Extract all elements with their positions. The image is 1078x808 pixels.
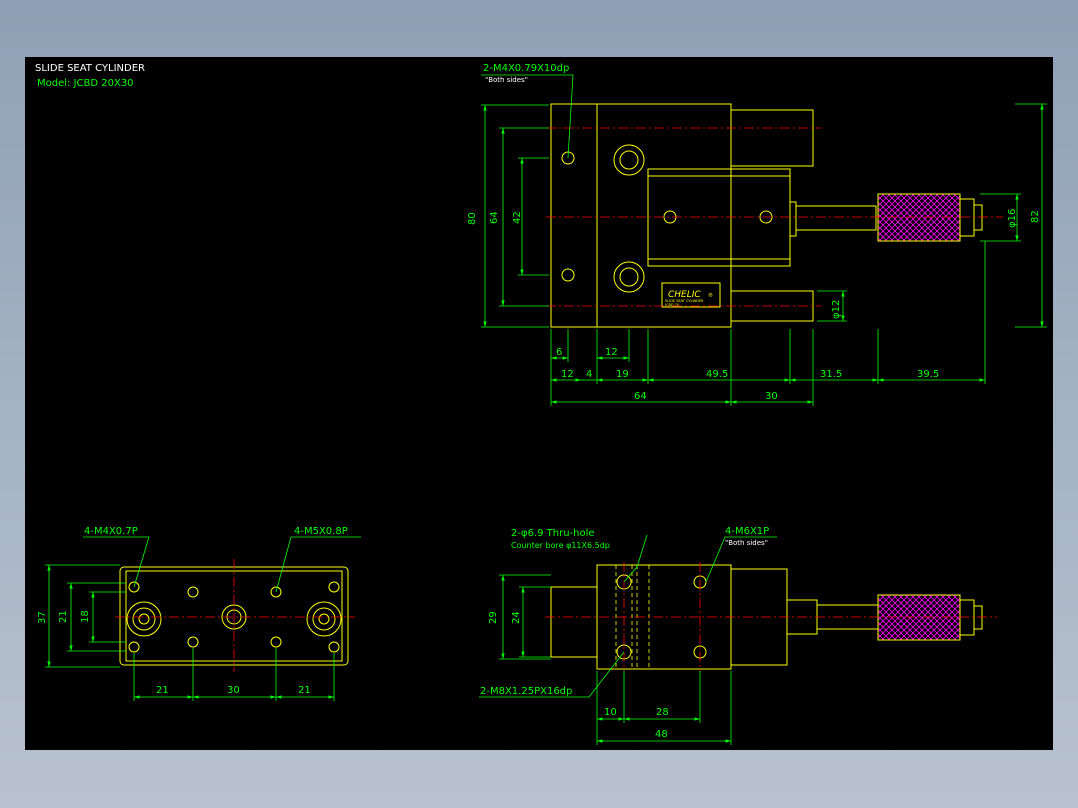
dim-37: 37 <box>37 611 48 624</box>
rod-end <box>973 204 983 231</box>
dim-10: 10 <box>604 707 617 718</box>
cylinder-body <box>647 168 791 267</box>
dim-12-top: 12 <box>605 347 618 358</box>
note-m6: 4-M6X1P <box>725 526 769 537</box>
end-centerlines <box>115 559 355 672</box>
dim-19: 19 <box>616 369 629 380</box>
dim-21-vertical: 21 <box>58 610 69 623</box>
end-dimensions <box>45 536 361 701</box>
bore-lower <box>613 261 645 293</box>
note-thru-hole: 2-φ6.9 Thru-hole <box>511 528 595 539</box>
side-end-plate <box>550 586 598 658</box>
cad-drawing: SLIDE SEAT CYLINDER Model: JCBD 20X30 CH… <box>35 63 1047 745</box>
end-bore-right <box>306 601 342 637</box>
dim-12-bottom: 12 <box>561 369 574 380</box>
dim-80: 80 <box>467 212 478 225</box>
dim-6: 6 <box>556 347 562 358</box>
note-counter-bore: Counter bore φ11X6.5dp <box>511 541 610 550</box>
note-m8: 2-M8X1.25PX16dp <box>480 686 572 697</box>
dim-49-5: 49.5 <box>706 369 728 380</box>
side-centerlines <box>545 562 997 672</box>
thread-hole-lower <box>561 268 575 282</box>
note-m6-sub: "Both sides" <box>725 539 768 547</box>
upper-guide-rod <box>730 109 814 167</box>
dim-48: 48 <box>655 729 668 740</box>
dim-28: 28 <box>656 707 669 718</box>
dim-82: 82 <box>1030 210 1041 223</box>
note-m5: 4-M5X0.8P <box>294 526 348 537</box>
dim-29: 29 <box>488 611 499 624</box>
dim-24: 24 <box>511 611 522 624</box>
dim-42: 42 <box>512 211 523 224</box>
knurled-nut <box>877 193 961 242</box>
dim-21-right: 21 <box>298 685 311 696</box>
dim-phi12: φ12 <box>831 300 842 319</box>
drawing-title: SLIDE SEAT CYLINDER <box>35 63 145 74</box>
dim-30-end: 30 <box>227 685 240 696</box>
dim-31-5: 31.5 <box>820 369 842 380</box>
model-label: Model: JCBD 20X30 <box>37 78 134 89</box>
top-view <box>550 103 983 328</box>
dim-4: 4 <box>586 369 592 380</box>
rod-gland <box>789 201 797 237</box>
drawing-canvas: SLIDE SEAT CYLINDER Model: JCBD 20X30 CH… <box>25 57 1053 750</box>
dim-64: 64 <box>489 211 500 224</box>
dim-64-bottom: 64 <box>634 391 647 402</box>
dim-phi16: φ16 <box>1007 209 1018 228</box>
note-m4: 4-M4X0.7P <box>84 526 138 537</box>
dim-18: 18 <box>80 610 91 623</box>
end-bore-left <box>126 601 162 637</box>
side-dimensions <box>479 534 777 745</box>
piston-rod <box>795 205 877 231</box>
thread-note: 2-M4X0.79X10dp <box>483 63 569 74</box>
top-dimensions <box>481 74 1047 406</box>
bore-upper <box>613 144 645 176</box>
dim-39-5: 39.5 <box>917 369 939 380</box>
end-plate <box>550 103 598 328</box>
thread-note-sub: "Both sides" <box>485 76 528 84</box>
side-hex-nut <box>959 599 975 636</box>
side-knurled-nut <box>877 594 961 641</box>
dim-21-left: 21 <box>156 685 169 696</box>
cylinder-tube <box>647 175 791 260</box>
hex-nut <box>959 198 975 237</box>
svg-text:®: ® <box>708 292 713 299</box>
dim-30-top: 30 <box>765 391 778 402</box>
